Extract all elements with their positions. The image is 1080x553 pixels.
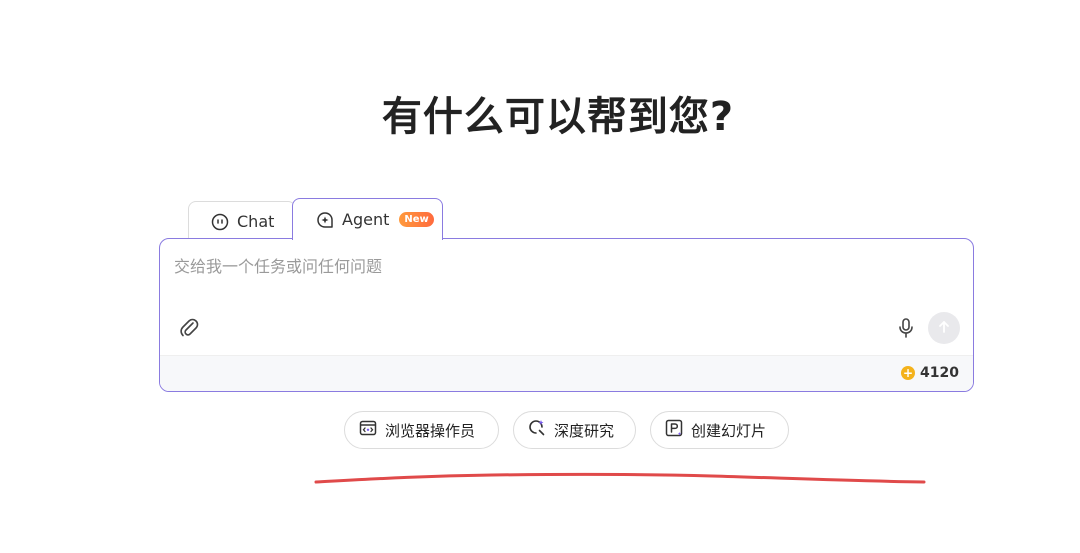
chip-label: 深度研究 xyxy=(554,421,615,440)
tab-agent[interactable]: Agent New xyxy=(292,198,443,240)
chip-deep-research[interactable]: 深度研究 xyxy=(513,411,636,449)
credits-value: 4120 xyxy=(920,365,959,381)
agent-sparkle-icon xyxy=(316,211,334,229)
chip-label: 创建幻灯片 xyxy=(691,421,767,440)
tab-agent-label: Agent xyxy=(342,210,390,229)
tab-chat-label: Chat xyxy=(237,212,275,231)
composer: + 4120 xyxy=(159,238,974,392)
chip-create-slides[interactable]: 创建幻灯片 xyxy=(650,411,789,449)
slides-icon xyxy=(665,419,683,441)
chat-face-icon xyxy=(211,213,229,231)
page-title: 有什么可以帮到您? xyxy=(381,94,735,140)
coin-icon: + xyxy=(901,366,916,380)
chip-browser-operator[interactable]: 浏览器操作员 xyxy=(344,411,499,449)
arrow-up-icon xyxy=(937,319,951,338)
credits-counter: + 4120 xyxy=(901,365,959,381)
composer-footer: + 4120 xyxy=(160,355,973,391)
task-input[interactable] xyxy=(174,257,874,276)
tab-chat[interactable]: Chat xyxy=(188,201,296,241)
annotation-underline xyxy=(314,472,926,484)
microphone-icon[interactable] xyxy=(896,317,916,343)
home-screen: 有什么可以帮到您? Chat Agent New 交给我一个任务或问任何问题 +… xyxy=(0,0,1080,553)
paperclip-icon[interactable] xyxy=(178,317,200,343)
browser-icon xyxy=(359,419,377,441)
chip-label: 浏览器操作员 xyxy=(385,421,476,440)
send-button[interactable] xyxy=(928,312,960,344)
new-badge: New xyxy=(399,212,434,227)
deep-research-icon xyxy=(528,419,546,441)
